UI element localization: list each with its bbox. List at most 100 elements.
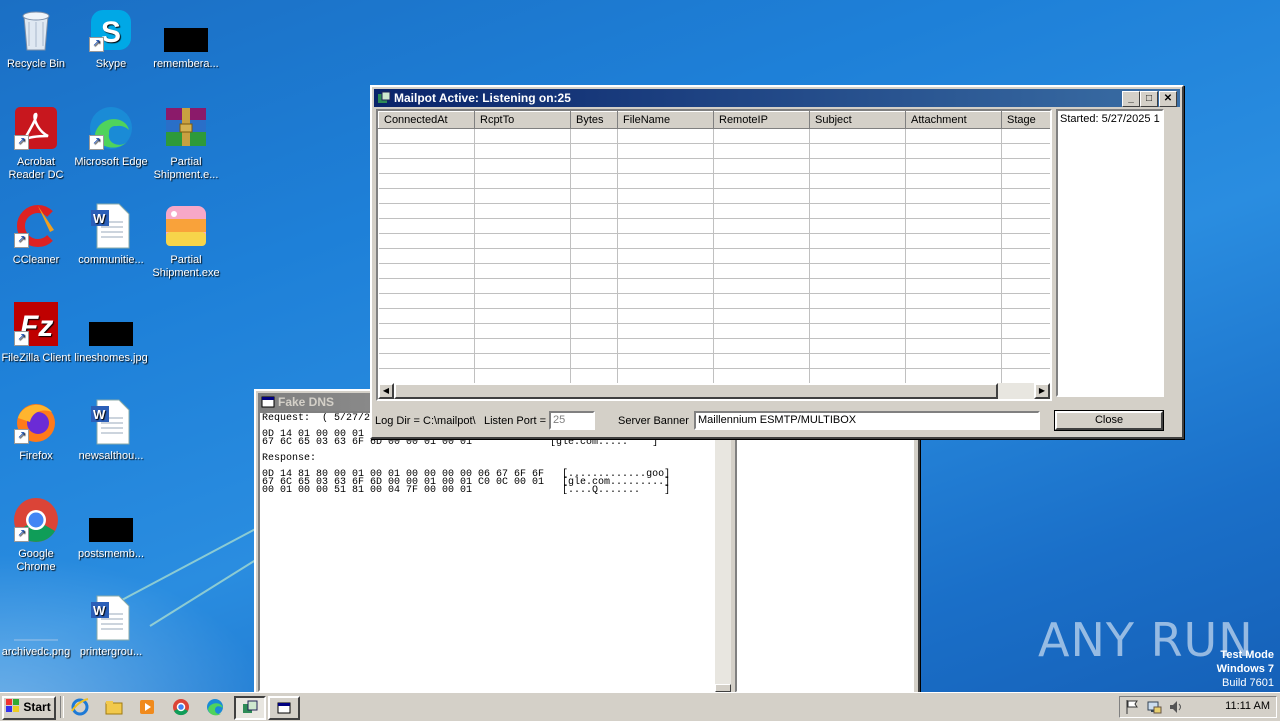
close-window-button[interactable]: ✕ bbox=[1159, 91, 1177, 107]
dns-log-textarea[interactable]: Request: ( 5/27/2 0D 14 01 00 00 01 0 67… bbox=[258, 411, 717, 692]
mailpot-app-icon bbox=[378, 91, 391, 103]
table-cell bbox=[809, 188, 906, 204]
desktop-icon-recycle-bin[interactable]: Recycle Bin bbox=[0, 6, 74, 71]
table-cell bbox=[809, 218, 906, 234]
table-cell bbox=[809, 158, 906, 174]
scroll-left-button[interactable]: ◀ bbox=[378, 383, 394, 399]
desktop-icon-partial-shipment-rar[interactable]: Partial Shipment.e... bbox=[148, 104, 224, 182]
table-cell bbox=[905, 353, 1002, 369]
scroll-right-button[interactable]: ▶ bbox=[1034, 383, 1050, 399]
table-row[interactable] bbox=[378, 158, 1050, 174]
black-image-icon bbox=[162, 6, 210, 54]
column-header-filename[interactable]: FileName bbox=[617, 111, 714, 129]
connections-grid[interactable]: ConnectedAt RcptTo Bytes FileName Remote… bbox=[376, 109, 1052, 401]
column-header-stage[interactable]: Stage bbox=[1001, 111, 1050, 129]
table-row[interactable] bbox=[378, 248, 1050, 264]
table-row[interactable] bbox=[378, 173, 1050, 189]
table-cell bbox=[713, 263, 810, 279]
table-cell bbox=[378, 233, 475, 249]
table-row[interactable] bbox=[378, 233, 1050, 249]
winrar-icon bbox=[162, 104, 210, 152]
grid-horizontal-scrollbar[interactable]: ◀ ▶ bbox=[378, 383, 1050, 399]
desktop-icon-archivedc[interactable]: archivedc.png bbox=[0, 594, 74, 659]
table-cell bbox=[809, 128, 906, 144]
media-player-icon[interactable] bbox=[137, 697, 157, 717]
start-button[interactable]: Start bbox=[2, 696, 56, 720]
table-cell bbox=[809, 173, 906, 189]
table-row[interactable] bbox=[378, 128, 1050, 144]
desktop-icon-edge[interactable]: ↗ Microsoft Edge bbox=[73, 104, 149, 169]
os-name-text: Windows 7 bbox=[1216, 663, 1274, 675]
dns-vertical-scrollbar[interactable] bbox=[715, 411, 731, 692]
table-row[interactable] bbox=[378, 203, 1050, 219]
desktop-icon-acrobat[interactable]: ↗ Acrobat Reader DC bbox=[0, 104, 74, 182]
svg-text:W: W bbox=[93, 407, 106, 422]
table-cell bbox=[570, 218, 618, 234]
icon-label: Recycle Bin bbox=[6, 58, 66, 70]
table-row[interactable] bbox=[378, 143, 1050, 159]
desktop-icon-chrome[interactable]: ↗ Google Chrome bbox=[0, 496, 74, 574]
scroll-down-button[interactable] bbox=[715, 684, 731, 692]
desktop-icon-remembera[interactable]: remembera... bbox=[148, 6, 224, 71]
ie-icon[interactable] bbox=[70, 697, 90, 717]
column-header-remoteip[interactable]: RemoteIP bbox=[713, 111, 810, 129]
icon-label: newsalthou... bbox=[78, 450, 144, 462]
table-row[interactable] bbox=[378, 308, 1050, 324]
black-image-icon bbox=[87, 300, 135, 348]
table-cell bbox=[713, 158, 810, 174]
desktop-icon-skype[interactable]: S ↗ Skype bbox=[73, 6, 149, 71]
table-cell bbox=[713, 173, 810, 189]
maximize-button[interactable]: □ bbox=[1140, 91, 1158, 107]
table-cell bbox=[809, 248, 906, 264]
desktop-icon-partial-shipment-exe[interactable]: Partial Shipment.exe bbox=[148, 202, 224, 280]
desktop-icon-postsmemb[interactable]: postsmemb... bbox=[73, 496, 149, 561]
icon-label: Microsoft Edge bbox=[74, 156, 148, 168]
desktop-icon-newsalthou[interactable]: W newsalthou... bbox=[73, 398, 149, 463]
taskbar-task-mailpot[interactable] bbox=[234, 696, 266, 720]
desktop-icon-firefox[interactable]: ↗ Firefox bbox=[0, 398, 74, 463]
network-icon[interactable] bbox=[1146, 699, 1162, 715]
server-banner-input[interactable]: Maillennium ESMTP/MULTIBOX bbox=[694, 411, 1040, 430]
desktop-icon-printergrou[interactable]: W printergrou... bbox=[73, 594, 149, 659]
chrome-taskbar-icon[interactable] bbox=[171, 697, 191, 717]
table-row[interactable] bbox=[378, 263, 1050, 279]
column-header-rcptto[interactable]: RcptTo bbox=[474, 111, 571, 129]
minimize-button[interactable]: _ bbox=[1122, 91, 1140, 107]
table-cell bbox=[905, 233, 1002, 249]
table-cell bbox=[905, 338, 1002, 354]
column-header-subject[interactable]: Subject bbox=[809, 111, 906, 129]
table-cell bbox=[713, 143, 810, 159]
explorer-icon[interactable] bbox=[104, 697, 124, 717]
clock[interactable]: 11:11 AM bbox=[1225, 700, 1270, 712]
volume-icon[interactable] bbox=[1168, 699, 1184, 715]
desktop-icon-communities[interactable]: W communitie... bbox=[73, 202, 149, 267]
mailpot-window[interactable]: Mailpot Active: Listening on:25 _ □ ✕ Co… bbox=[370, 85, 1184, 439]
table-row[interactable] bbox=[378, 188, 1050, 204]
table-cell bbox=[809, 323, 906, 339]
column-header-attachment[interactable]: Attachment bbox=[905, 111, 1002, 129]
desktop-icon-lineshomes[interactable]: lineshomes.jpg bbox=[73, 300, 149, 365]
column-header-connectedat[interactable]: ConnectedAt bbox=[378, 111, 475, 129]
table-cell bbox=[1001, 323, 1050, 339]
table-row[interactable] bbox=[378, 368, 1050, 384]
table-row[interactable] bbox=[378, 323, 1050, 339]
table-row[interactable] bbox=[378, 338, 1050, 354]
mailpot-titlebar[interactable]: Mailpot Active: Listening on:25 _ □ ✕ bbox=[374, 89, 1180, 107]
flag-icon[interactable] bbox=[1124, 699, 1140, 715]
scroll-thumb[interactable] bbox=[394, 383, 998, 399]
table-row[interactable] bbox=[378, 353, 1050, 369]
table-cell bbox=[809, 368, 906, 384]
table-row[interactable] bbox=[378, 293, 1050, 309]
column-header-bytes[interactable]: Bytes bbox=[570, 111, 618, 129]
close-button[interactable]: Close bbox=[1054, 410, 1164, 431]
listen-port-input[interactable]: 25 bbox=[549, 411, 595, 430]
edge-taskbar-icon[interactable] bbox=[205, 697, 225, 717]
table-row[interactable] bbox=[378, 218, 1050, 234]
desktop-icon-filezilla[interactable]: Fz ↗ FileZilla Client bbox=[0, 300, 74, 365]
edge-icon: ↗ bbox=[87, 104, 135, 152]
log-panel[interactable]: Started: 5/27/2025 1 bbox=[1056, 109, 1164, 397]
dns-side-panel[interactable] bbox=[735, 437, 914, 693]
table-row[interactable] bbox=[378, 278, 1050, 294]
desktop-icon-ccleaner[interactable]: ↗ CCleaner bbox=[0, 202, 74, 267]
taskbar-task-fakedns[interactable] bbox=[268, 696, 300, 720]
